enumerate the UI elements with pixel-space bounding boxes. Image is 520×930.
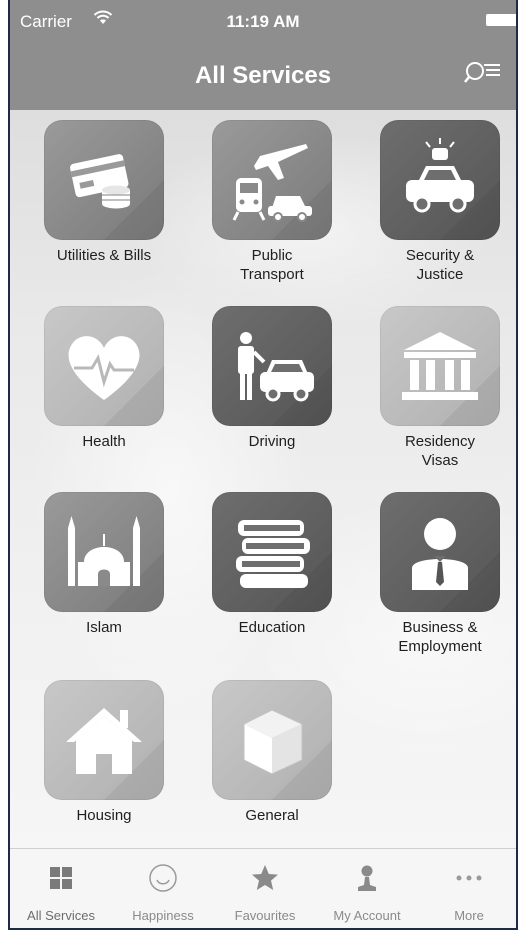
- tab-more[interactable]: More: [418, 849, 516, 928]
- service-icon-tile: [44, 120, 164, 240]
- search-menu-icon[interactable]: [464, 58, 502, 88]
- tab-label: Favourites: [234, 908, 296, 923]
- service-icon-tile: [44, 680, 164, 800]
- service-tile-security-justice[interactable]: Security & Justice: [356, 120, 516, 284]
- service-label: Driving: [248, 433, 296, 450]
- service-tile-public-transport[interactable]: Public Transport: [188, 120, 356, 284]
- service-tile-islam[interactable]: Islam: [20, 492, 188, 637]
- app-header: Carrier 11:19 AM All Services: [10, 0, 516, 110]
- service-icon-tile: [212, 680, 332, 800]
- mosque-icon: [68, 516, 140, 586]
- service-tile-housing[interactable]: Housing: [20, 680, 188, 825]
- service-icon-tile: [212, 120, 332, 240]
- service-icon-tile: [44, 492, 164, 612]
- service-label: Public Transport: [240, 247, 304, 283]
- service-icon-tile: [380, 306, 500, 426]
- house-icon: [66, 708, 142, 774]
- tab-label: Happiness: [132, 908, 194, 923]
- books-icon: [236, 520, 310, 588]
- service-label: Security & Justice: [405, 247, 475, 283]
- service-icon-tile: [44, 306, 164, 426]
- grid-icon: [50, 867, 72, 889]
- tab-label: My Account: [333, 908, 401, 923]
- service-label: Residency Visas: [404, 433, 476, 469]
- service-icon-tile: [380, 120, 500, 240]
- service-label: Islam: [86, 619, 122, 636]
- public-transport-icon: [232, 144, 312, 222]
- smiley-icon: [149, 864, 177, 892]
- service-label: Utilities & Bills: [56, 247, 152, 264]
- service-label: General: [245, 807, 299, 824]
- tab-all-services[interactable]: All Services: [10, 849, 112, 928]
- battery-icon: [486, 14, 516, 26]
- service-tile-health[interactable]: Health: [20, 306, 188, 451]
- service-tile-business-employment[interactable]: Business & Employment: [356, 492, 516, 656]
- cube-icon: [243, 709, 303, 775]
- bill-payment-icon: [70, 154, 130, 209]
- service-label: Health: [82, 433, 126, 450]
- heart-pulse-icon: [68, 336, 140, 400]
- service-tile-utilities-bills[interactable]: Utilities & Bills: [20, 120, 188, 265]
- service-tile-driving[interactable]: Driving: [188, 306, 356, 451]
- driver-car-icon: [238, 332, 314, 402]
- tab-label: More: [454, 908, 484, 923]
- government-building-icon: [402, 332, 478, 400]
- page-title: All Services: [194, 62, 332, 89]
- service-label: Housing: [76, 807, 132, 824]
- service-icon-tile: [212, 492, 332, 612]
- businessman-icon: [412, 518, 468, 590]
- status-bar: Carrier 11:19 AM: [10, 0, 516, 38]
- star-icon: [252, 865, 278, 890]
- service-label: Education: [238, 619, 306, 636]
- user-icon: [358, 865, 376, 891]
- tab-favourites[interactable]: Favourites: [214, 849, 316, 928]
- service-icon-tile: [380, 492, 500, 612]
- tab-label: All Services: [27, 908, 95, 923]
- status-time: 11:19 AM: [226, 12, 300, 31]
- service-tile-residency-visas[interactable]: Residency Visas: [356, 306, 516, 470]
- service-tile-general[interactable]: General: [188, 680, 356, 825]
- tab-happiness[interactable]: Happiness: [112, 849, 214, 928]
- more-dots-icon: [456, 875, 482, 881]
- app-screen: Carrier 11:19 AM All Services Utilities …: [8, 0, 518, 930]
- bottom-tab-bar: All Services Happiness Favourites My Acc…: [10, 848, 516, 928]
- service-icon-tile: [212, 306, 332, 426]
- tab-my-account[interactable]: My Account: [316, 849, 418, 928]
- service-tile-education[interactable]: Education: [188, 492, 356, 637]
- service-label: Business & Employment: [398, 619, 482, 655]
- police-car-icon: [406, 138, 474, 213]
